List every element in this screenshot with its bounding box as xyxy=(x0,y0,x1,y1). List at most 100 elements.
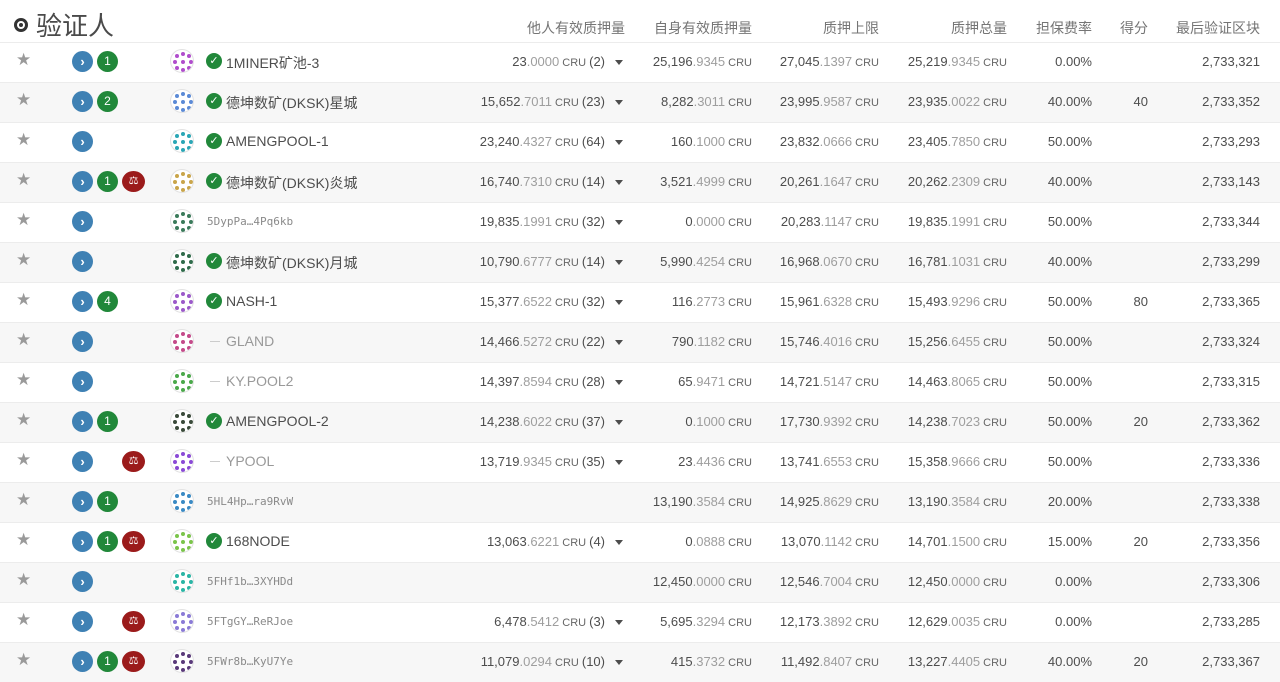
validator-name[interactable]: 德坤数矿(DKSK)炎城 xyxy=(226,173,357,193)
stake-limit-unit: CRU xyxy=(855,217,879,229)
dropdown-caret-icon[interactable] xyxy=(615,260,623,265)
validator-address[interactable]: 5HL4Hp…ra9RvW xyxy=(207,495,293,508)
validator-name[interactable]: AMENGPOOL-2 xyxy=(226,413,329,429)
identicon-dot xyxy=(187,294,191,298)
validator-address[interactable]: 5FWr8b…KyU7Ye xyxy=(207,655,293,668)
col-header-score[interactable]: 得分 xyxy=(1120,18,1148,38)
table-row[interactable]: ★ › ⚖ YPOOL 13,719.9345 CRU (35) 23.4436 CRU 13,7… xyxy=(0,442,1280,482)
expand-chevron-icon[interactable]: › xyxy=(72,291,93,312)
star-icon[interactable]: ★ xyxy=(16,571,32,588)
total-stake-int: 23,935 xyxy=(907,94,948,109)
table-row[interactable]: ★ › 1 5HL4Hp…ra9RvW 13,190.3584 CRU 14,925.862… xyxy=(0,482,1280,522)
star-icon[interactable]: ★ xyxy=(16,611,32,628)
star-icon[interactable]: ★ xyxy=(16,211,32,228)
identicon-dot xyxy=(181,292,185,296)
star-icon[interactable]: ★ xyxy=(16,651,32,668)
dropdown-caret-icon[interactable] xyxy=(615,220,623,225)
table-row[interactable]: ★ › 1 ✓ AMENGPOOL-2 14,238.6022 CRU (37) 0.1000 C… xyxy=(0,402,1280,442)
dropdown-caret-icon[interactable] xyxy=(615,180,623,185)
col-header-total-stake[interactable]: 质押总量 xyxy=(951,18,1007,38)
dropdown-caret-icon[interactable] xyxy=(615,300,623,305)
dropdown-caret-icon[interactable] xyxy=(615,460,623,465)
star-icon[interactable]: ★ xyxy=(16,291,32,308)
stake-limit-dec: .0666 xyxy=(819,134,853,149)
table-row[interactable]: ★ › 2 ✓ 德坤数矿(DKSK)星城 15,652.7011 CRU (23) 8,282.… xyxy=(0,82,1280,122)
expand-chevron-icon[interactable]: › xyxy=(72,51,93,72)
expand-chevron-icon[interactable]: › xyxy=(72,251,93,272)
table-row[interactable]: ★ › KY.POOL2 14,397.8594 CRU (28) 65.9471 CRU 14… xyxy=(0,362,1280,402)
expand-chevron-icon[interactable]: › xyxy=(72,611,93,632)
table-row[interactable]: ★ › ✓ 德坤数矿(DKSK)月城 10,790.6777 CRU (14) 5,990.4… xyxy=(0,242,1280,282)
dropdown-caret-icon[interactable] xyxy=(615,140,623,145)
star-icon[interactable]: ★ xyxy=(16,451,32,468)
validator-name[interactable]: 德坤数矿(DKSK)月城 xyxy=(226,253,357,273)
expand-chevron-icon[interactable]: › xyxy=(72,171,93,192)
validator-name[interactable]: NASH-1 xyxy=(226,293,277,309)
identicon-dot xyxy=(175,334,179,338)
last-block: 2,733,362 xyxy=(1202,414,1260,429)
validator-address[interactable]: 5FTgGY…ReRJoe xyxy=(207,615,293,628)
validator-name[interactable]: 1MINER矿池-3 xyxy=(226,53,319,73)
stake-limit-unit: CRU xyxy=(855,617,879,629)
table-row[interactable]: ★ › 1 ⚖ 5FWr8b…KyU7Ye 11,079.0294 CRU (10) 415.3… xyxy=(0,642,1280,682)
star-icon[interactable]: ★ xyxy=(16,51,32,68)
expand-chevron-icon[interactable]: › xyxy=(72,211,93,232)
total-stake: 15,493.9296 CRU xyxy=(908,294,1007,309)
identicon-dot xyxy=(181,548,185,552)
expand-chevron-icon[interactable]: › xyxy=(72,411,93,432)
identicon-dot xyxy=(175,466,179,470)
own-stake-int: 116 xyxy=(671,294,693,309)
table-row[interactable]: ★ › ⚖ 5FTgGY…ReRJoe 6,478.5412 CRU (3) 5,695.32… xyxy=(0,602,1280,642)
dropdown-caret-icon[interactable] xyxy=(615,340,623,345)
table-row[interactable]: ★ › 5DypPa…4Pq6kb 19,835.1991 CRU (32) 0.0000 C… xyxy=(0,202,1280,242)
star-icon[interactable]: ★ xyxy=(16,531,32,548)
expand-chevron-icon[interactable]: › xyxy=(72,531,93,552)
stake-limit-unit: CRU xyxy=(855,377,879,389)
validator-name[interactable]: KY.POOL2 xyxy=(226,373,293,389)
dropdown-caret-icon[interactable] xyxy=(615,380,623,385)
dropdown-caret-icon[interactable] xyxy=(615,660,623,665)
star-icon[interactable]: ★ xyxy=(16,371,32,388)
validator-address[interactable]: 5FHf1b…3XYHDd xyxy=(207,575,293,588)
col-header-others-stake[interactable]: 他人有效质押量 xyxy=(527,18,625,38)
col-header-commission[interactable]: 担保费率 xyxy=(1036,18,1092,38)
star-icon[interactable]: ★ xyxy=(16,91,32,108)
table-row[interactable]: ★ › 4 ✓ NASH-1 15,377.6522 CRU (32) 116.2773 CRU 1… xyxy=(0,282,1280,322)
col-header-stake-limit[interactable]: 质押上限 xyxy=(823,18,879,38)
table-row[interactable]: ★ › 1 ⚖ ✓ 168NODE 13,063.6221 CRU (4) 0.0888 CRU 13… xyxy=(0,522,1280,562)
dropdown-caret-icon[interactable] xyxy=(615,540,623,545)
expand-chevron-icon[interactable]: › xyxy=(72,491,93,512)
dropdown-caret-icon[interactable] xyxy=(615,420,623,425)
dropdown-caret-icon[interactable] xyxy=(615,620,623,625)
table-row[interactable]: ★ › ✓ AMENGPOOL-1 23,240.4327 CRU (64) 160.1000… xyxy=(0,122,1280,162)
validator-name[interactable]: AMENGPOOL-1 xyxy=(226,133,329,149)
validator-name[interactable]: YPOOL xyxy=(226,453,274,469)
star-icon[interactable]: ★ xyxy=(16,331,32,348)
total-stake-int: 16,781 xyxy=(907,254,948,269)
table-row[interactable]: ★ › GLAND 14,466.5272 CRU (22) 790.1182 CRU 15,7… xyxy=(0,322,1280,362)
star-icon[interactable]: ★ xyxy=(16,171,32,188)
expand-chevron-icon[interactable]: › xyxy=(72,451,93,472)
expand-chevron-icon[interactable]: › xyxy=(72,91,93,112)
validator-address[interactable]: 5DypPa…4Pq6kb xyxy=(207,215,293,228)
expand-chevron-icon[interactable]: › xyxy=(72,651,93,672)
dropdown-caret-icon[interactable] xyxy=(615,60,623,65)
star-icon[interactable]: ★ xyxy=(16,131,32,148)
others-stake: 10,790.6777 CRU (14) xyxy=(480,254,605,269)
expand-chevron-icon[interactable]: › xyxy=(72,571,93,592)
star-icon[interactable]: ★ xyxy=(16,251,32,268)
validator-name[interactable]: 168NODE xyxy=(226,533,290,549)
star-icon[interactable]: ★ xyxy=(16,411,32,428)
expand-chevron-icon[interactable]: › xyxy=(72,131,93,152)
expand-chevron-icon[interactable]: › xyxy=(72,371,93,392)
validator-name[interactable]: 德坤数矿(DKSK)星城 xyxy=(226,93,357,113)
validator-name[interactable]: GLAND xyxy=(226,333,274,349)
col-header-own-stake[interactable]: 自身有效质押量 xyxy=(654,18,752,38)
col-header-last-block[interactable]: 最后验证区块 xyxy=(1176,18,1260,38)
star-icon[interactable]: ★ xyxy=(16,491,32,508)
expand-chevron-icon[interactable]: › xyxy=(72,331,93,352)
table-row[interactable]: ★ › 1 ⚖ ✓ 德坤数矿(DKSK)炎城 16,740.7310 CRU (14) 3,521… xyxy=(0,162,1280,202)
table-row[interactable]: ★ › 5FHf1b…3XYHDd 12,450.0000 CRU 12,546.7004… xyxy=(0,562,1280,602)
dropdown-caret-icon[interactable] xyxy=(615,100,623,105)
table-row[interactable]: ★ › 1 ✓ 1MINER矿池-3 23.0000 CRU (2) 25,196.9345 CR… xyxy=(0,42,1280,82)
